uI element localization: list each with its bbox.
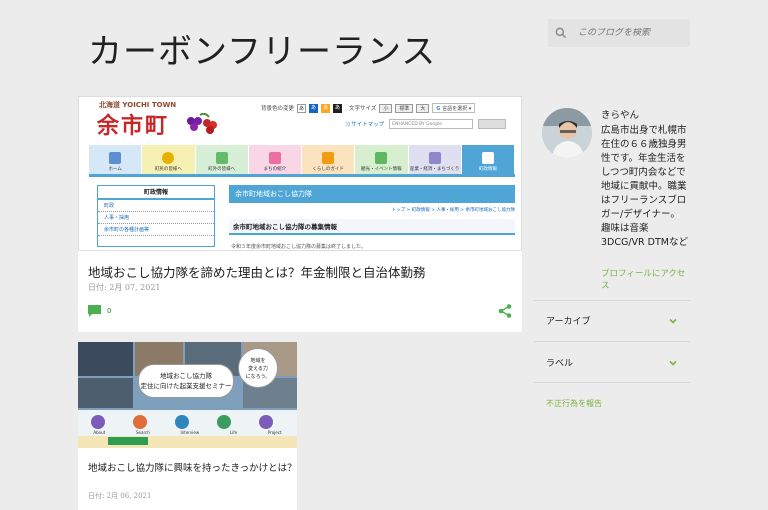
thumb-side-box: 町政情報 町政 人事・採用 余市町の各種計画等 [97,185,215,247]
size-standard: 標準 [395,103,414,113]
divider [534,382,690,383]
chevron-down-icon[interactable] [668,358,678,368]
featured-post-thumbnail[interactable]: 北海道 YOICHI TOWN 余市町 背景色の変更 あ あ あ あ 文字サイズ… [78,96,522,251]
thumb-breadcrumb: トップ > 町政情報 > 人事・採用 > 余市町地域おこし協力隊 [391,208,515,213]
divider [534,300,690,301]
thumb-sub-header: 余市町地域おこし協力隊の募集情報 [229,219,515,235]
thumb-nav-item: まちの紹介 [248,145,302,174]
post-card[interactable]: 地域おこし協力隊 定住に向けた起業支援セミナー 地域を 変える力 になろう。 A… [78,342,297,510]
post-date: 日付: 2月 06, 2021 [88,492,152,500]
project-label: Project [267,430,282,435]
swatch-white: あ [297,103,307,113]
thumb-icon-labels: About Search Interview Life Project [78,430,297,435]
thumb-logo: 余市町 [97,113,170,139]
tourism-icon [375,152,388,164]
fontsize-label: 文字サイズ [349,106,377,112]
bgcolor-label: 背景色の変更 [261,106,295,112]
thumb-side-item: 人事・採用 [98,212,214,224]
profile-photo [542,108,592,158]
thumb-google-search: ENHANCED BY Google [389,119,474,129]
interview-label: Interview [180,430,200,435]
divider [534,341,690,342]
document-icon [481,152,494,164]
thumb-side-item: 余市町の各種計画等 [98,224,214,236]
thumb-side-title: 町政情報 [98,186,214,200]
labels-section[interactable]: ラベル [546,356,678,369]
apple-icon [162,152,175,164]
report-abuse-link[interactable]: 不正行為を報告 [546,398,602,409]
thumb-body-text: 令和３年度余市町地域おこし協力隊の募集は終了しました。 [231,244,367,250]
author-bio: 広島市出身で札幌市在住の６６歳独身男性です。年金生活をしつつ町内会などで地域に貢… [601,125,688,248]
search-input[interactable] [578,28,688,38]
thumb-search-button [478,119,507,129]
thumb-nav: ホーム 町民の皆様へ 町外の皆様へ まちの紹介 くらしのガイド 観光・イベント情… [89,145,515,177]
featured-post-title[interactable]: 地域おこし協力隊を諦めた理由とは？年金制限と自治体勤務 [88,262,426,281]
slogan-bubble: 地域を 変える力 になろう。 [238,348,278,388]
thumb-nav-item: くらしのガイド [302,145,356,174]
thumb-sitemap-row: ⤨ サイトマップ ENHANCED BY Google [345,119,507,129]
thumb-nav-item: 産業・経済・まちづくり [408,145,462,174]
thumb-nav-item: 町民の皆様へ [142,145,196,174]
swatch-black: あ [333,103,343,113]
blog-title[interactable]: カーボンフリーランス [88,24,436,73]
thumb-side-item: 町政 [98,200,214,212]
comment-count: 0 [107,307,112,315]
home-icon [109,152,122,164]
archive-label: アーカイブ [546,317,591,327]
about-label: About [93,430,106,435]
chevron-down-icon[interactable] [668,316,678,326]
life-label: Life [229,430,238,435]
post-title[interactable]: 地域おこし協力隊に興味を持ったきっかけとは？ [88,460,297,474]
search-label: Search [136,430,150,435]
profile-link[interactable]: プロフィールにアクセス [601,268,689,292]
car-icon [215,152,228,164]
thumb-nav-item: 観光・イベント情報 [355,145,409,174]
industry-icon [428,152,441,164]
archive-section[interactable]: アーカイブ [546,314,678,327]
size-large: 大 [416,103,430,113]
post-thumbnail[interactable]: 地域おこし協力隊 定住に向けた起業支援セミナー 地域を 変える力 になろう。 A… [78,342,297,448]
thumb-nav-item: ホーム [89,145,143,174]
thumb-util-bar: 背景色の変更 あ あ あ あ 文字サイズ 小 標準 大 G 言語を選択 ▾ [261,103,476,113]
thumb-nav-item: 町政情報 [461,145,515,174]
comment-icon[interactable] [88,305,101,317]
grapes-icon [187,113,217,134]
swatch-yellow: あ [321,103,331,113]
avatar[interactable] [542,108,592,158]
featured-post-date: 日付: 2月 07, 2021 [88,283,161,292]
seminar-bubble: 地域おこし協力隊 定住に向けた起業支援セミナー [138,364,234,398]
star-icon [268,152,281,164]
thumb-main-header: 余市町地域おこし協力隊 [229,185,515,203]
guide-icon [322,152,335,164]
search-box[interactable] [548,19,690,47]
translate-button: G 言語を選択 ▾ [432,103,476,113]
search-icon[interactable] [554,26,568,40]
author-name[interactable]: きらやん [601,107,639,121]
size-small: 小 [379,103,393,113]
sitemap-link: ⤨ サイトマップ [345,121,385,128]
share-icon[interactable] [498,304,512,318]
thumb-nav-item: 町外の皆様へ [195,145,249,174]
comment-link[interactable]: 0 [88,305,111,317]
labels-label: ラベル [546,359,574,369]
thumb-site-header: 北海道 YOICHI TOWN 余市町 背景色の変更 あ あ あ あ 文字サイズ… [79,97,521,145]
swatch-blue: あ [309,103,319,113]
featured-post-card[interactable]: 北海道 YOICHI TOWN 余市町 背景色の変更 あ あ あ あ 文字サイズ… [78,96,522,332]
